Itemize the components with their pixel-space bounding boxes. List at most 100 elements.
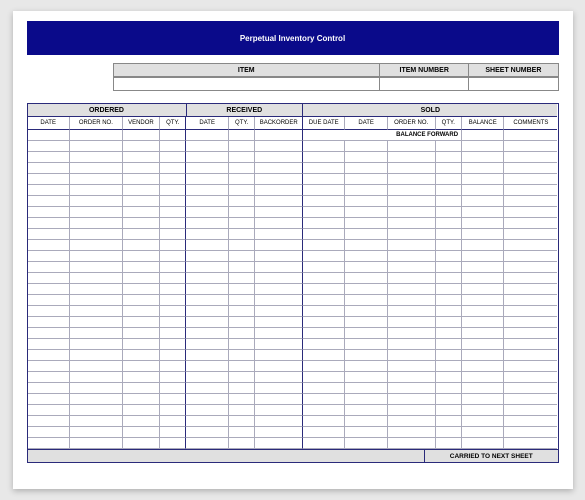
table-cell[interactable] (70, 416, 123, 427)
table-cell[interactable] (28, 295, 70, 306)
table-cell[interactable] (462, 295, 504, 306)
table-cell[interactable] (229, 427, 256, 438)
table-cell[interactable] (123, 350, 160, 361)
table-cell[interactable] (303, 350, 345, 361)
sheet-number-value[interactable] (469, 77, 558, 91)
table-cell[interactable] (345, 141, 387, 152)
table-cell[interactable] (303, 152, 345, 163)
table-cell[interactable] (160, 251, 187, 262)
table-cell[interactable] (229, 163, 256, 174)
table-cell[interactable] (462, 372, 504, 383)
table-cell[interactable] (504, 438, 557, 449)
table-cell[interactable] (255, 306, 303, 317)
table-cell[interactable] (186, 229, 228, 240)
table-cell[interactable] (123, 383, 160, 394)
table-cell[interactable] (28, 207, 70, 218)
table-cell[interactable] (186, 174, 228, 185)
table-cell[interactable] (186, 196, 228, 207)
table-cell[interactable] (229, 141, 256, 152)
table-cell[interactable] (345, 372, 387, 383)
table-cell[interactable] (186, 339, 228, 350)
table-cell[interactable] (504, 196, 557, 207)
table-cell[interactable] (436, 372, 463, 383)
table-cell[interactable] (388, 152, 436, 163)
table-cell[interactable] (229, 229, 256, 240)
table-cell[interactable] (345, 328, 387, 339)
table-cell[interactable] (229, 196, 256, 207)
table-cell[interactable] (345, 273, 387, 284)
table-cell[interactable] (123, 405, 160, 416)
table-cell[interactable] (303, 361, 345, 372)
table-cell[interactable] (160, 273, 187, 284)
table-cell[interactable] (255, 152, 303, 163)
table-cell[interactable] (303, 273, 345, 284)
table-cell[interactable] (462, 218, 504, 229)
table-cell[interactable] (186, 383, 228, 394)
table-cell[interactable] (345, 350, 387, 361)
table-cell[interactable] (28, 339, 70, 350)
table-cell[interactable] (123, 273, 160, 284)
table-cell[interactable] (160, 405, 187, 416)
table-cell[interactable] (70, 152, 123, 163)
table-cell[interactable] (255, 339, 303, 350)
table-cell[interactable] (123, 163, 160, 174)
table-cell[interactable] (388, 328, 436, 339)
table-cell[interactable] (123, 306, 160, 317)
table-cell[interactable] (303, 317, 345, 328)
table-cell[interactable] (229, 218, 256, 229)
table-cell[interactable] (388, 295, 436, 306)
table-cell[interactable] (70, 427, 123, 438)
table-cell[interactable] (345, 317, 387, 328)
table-cell[interactable] (229, 240, 256, 251)
table-cell[interactable] (388, 141, 436, 152)
table-cell[interactable] (255, 185, 303, 196)
table-cell[interactable] (160, 394, 187, 405)
table-cell[interactable] (123, 240, 160, 251)
table-cell[interactable] (345, 383, 387, 394)
table-cell[interactable] (123, 372, 160, 383)
table-cell[interactable] (345, 394, 387, 405)
table-cell[interactable] (160, 438, 187, 449)
table-cell[interactable] (504, 317, 557, 328)
table-cell[interactable] (28, 240, 70, 251)
table-cell[interactable] (229, 284, 256, 295)
table-cell[interactable] (504, 185, 557, 196)
table-cell[interactable] (186, 240, 228, 251)
table-cell[interactable] (462, 383, 504, 394)
table-cell[interactable] (255, 427, 303, 438)
table-cell[interactable] (462, 328, 504, 339)
table-cell[interactable] (462, 273, 504, 284)
table-cell[interactable] (123, 295, 160, 306)
table-cell[interactable] (123, 427, 160, 438)
table-cell[interactable] (388, 394, 436, 405)
table-cell[interactable] (123, 284, 160, 295)
table-cell[interactable] (160, 427, 187, 438)
table-cell[interactable] (255, 240, 303, 251)
table-cell[interactable] (388, 284, 436, 295)
table-cell[interactable] (388, 427, 436, 438)
table-cell[interactable] (28, 383, 70, 394)
table-cell[interactable] (229, 262, 256, 273)
table-cell[interactable] (70, 339, 123, 350)
table-cell[interactable] (303, 405, 345, 416)
table-cell[interactable] (388, 438, 436, 449)
table-cell[interactable] (123, 174, 160, 185)
table-cell[interactable] (70, 185, 123, 196)
table-cell[interactable] (70, 361, 123, 372)
table-cell[interactable] (436, 416, 463, 427)
table-cell[interactable] (345, 229, 387, 240)
table-cell[interactable] (229, 394, 256, 405)
table-cell[interactable] (186, 284, 228, 295)
table-cell[interactable] (186, 207, 228, 218)
table-cell[interactable] (255, 284, 303, 295)
table-cell[interactable] (462, 416, 504, 427)
table-cell[interactable] (462, 251, 504, 262)
table-cell[interactable] (462, 174, 504, 185)
table-cell[interactable] (229, 207, 256, 218)
table-cell[interactable] (160, 229, 187, 240)
table-cell[interactable] (123, 416, 160, 427)
table-cell[interactable] (123, 185, 160, 196)
table-cell[interactable] (303, 295, 345, 306)
table-cell[interactable] (28, 372, 70, 383)
table-cell[interactable] (186, 262, 228, 273)
